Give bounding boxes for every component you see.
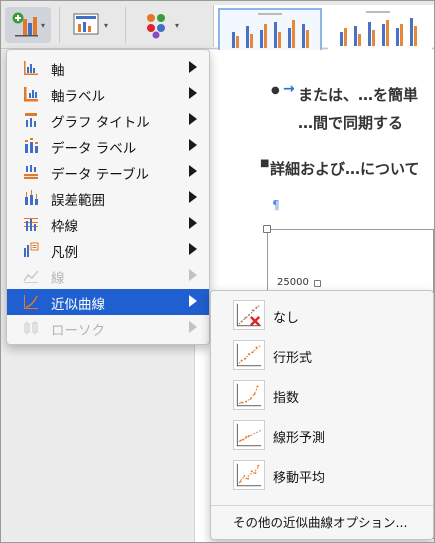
axes-icon <box>24 61 38 75</box>
up-down-bars-icon <box>24 321 38 335</box>
arrow-icon: → <box>283 81 295 97</box>
trendline-option-label: 移動平均 <box>273 471 326 486</box>
trendline-linear-forecast-icon <box>233 420 265 450</box>
quick-layout-button[interactable]: ▾ <box>65 7 115 43</box>
submenu-divider <box>211 505 433 506</box>
chevron-right-icon <box>189 321 197 333</box>
change-colors-button[interactable]: ▾ <box>135 7 187 43</box>
menu-item-data-table[interactable]: データ テーブル <box>7 159 209 185</box>
menu-item-label: 枠線 <box>51 219 78 235</box>
trendline-option-exponential[interactable]: 指数 <box>211 375 433 415</box>
add-chart-element-menu: 軸 軸ラベル グラフ タイトル データ ラベル データ テーブル 誤差範囲 枠線… <box>6 49 210 345</box>
bullet-icon: ● <box>271 85 280 96</box>
menu-item-label: 軸 <box>51 63 65 79</box>
chart-design-ribbon: ▾ ▾ ▾ <box>1 1 434 66</box>
trendline-option-moving-average[interactable]: 移動平均 <box>211 455 433 495</box>
chevron-down-icon: ▾ <box>103 20 108 30</box>
menu-item-data-labels[interactable]: データ ラベル <box>7 133 209 159</box>
menu-item-axes[interactable]: 軸 <box>7 55 209 81</box>
axis-titles-icon <box>24 87 38 102</box>
trendline-option-label: 指数 <box>273 391 300 406</box>
more-trendline-options[interactable]: その他の近似曲線オプション... <box>233 512 407 531</box>
menu-item-legend[interactable]: 凡例 <box>7 237 209 263</box>
add-chart-element-icon <box>12 12 38 37</box>
trendline-option-label: なし <box>273 311 300 326</box>
trendline-option-label: 線形予測 <box>273 431 326 446</box>
menu-item-label: 近似曲線 <box>51 297 105 313</box>
menu-item-label: ローソク <box>51 323 105 339</box>
add-chart-element-button[interactable]: ▾ <box>5 7 51 43</box>
menu-item-label: データ テーブル <box>51 167 149 183</box>
change-colors-icon <box>146 14 165 39</box>
quick-layout-icon <box>73 13 99 35</box>
gridlines-icon <box>24 218 38 231</box>
chart-title-icon <box>25 113 37 127</box>
pilcrow-icon: ¶ <box>272 198 280 212</box>
axis-tick-label: 25000 <box>277 277 309 288</box>
trendline-none-icon <box>233 300 265 330</box>
menu-item-label: グラフ タイトル <box>51 115 150 131</box>
document-text-line1: または、…を簡単 <box>298 86 419 104</box>
chevron-right-icon <box>189 269 197 281</box>
trendline-icon <box>24 295 38 309</box>
trendline-submenu: なし 行形式 指数 線形予測 移動平均 その他の近似曲線オプション... <box>210 290 434 540</box>
chart-style-preview-icon <box>232 13 309 48</box>
chevron-right-icon <box>189 295 197 307</box>
menu-item-gridlines[interactable]: 枠線 <box>7 211 209 237</box>
trendline-linear-icon <box>233 340 265 370</box>
legend-icon <box>24 242 39 257</box>
ribbon-divider <box>125 7 126 43</box>
trendline-moving-average-icon <box>233 460 265 490</box>
chevron-right-icon <box>189 113 197 125</box>
data-table-icon <box>24 165 38 179</box>
chevron-down-icon: ▾ <box>40 20 45 30</box>
menu-item-chart-title[interactable]: グラフ タイトル <box>7 107 209 133</box>
resize-handle[interactable] <box>263 225 271 233</box>
ribbon-divider <box>59 7 60 43</box>
chevron-right-icon <box>189 165 197 177</box>
chevron-right-icon <box>189 243 197 255</box>
menu-item-trendline[interactable]: 近似曲線 <box>7 289 209 315</box>
menu-item-label: 軸ラベル <box>51 89 105 105</box>
error-bars-icon <box>25 190 38 205</box>
trendline-option-none[interactable]: なし <box>211 295 433 335</box>
menu-item-label: データ ラベル <box>51 141 137 157</box>
chevron-right-icon <box>189 61 197 73</box>
trendline-option-label: 行形式 <box>273 351 313 366</box>
trendline-option-linear[interactable]: 行形式 <box>211 335 433 375</box>
menu-item-up-down-bars[interactable]: ローソク <box>7 315 209 341</box>
resize-handle[interactable] <box>314 280 321 287</box>
chevron-right-icon <box>189 191 197 203</box>
chart-styles-gallery <box>213 5 434 66</box>
app-window: ▾ ▾ ▾ ● → または、…を簡単 …間で同期する ■ 詳細および…について … <box>0 0 435 543</box>
chevron-right-icon <box>189 87 197 99</box>
data-labels-icon <box>25 138 38 153</box>
lines-icon <box>23 270 39 283</box>
document-text-line3: 詳細および…について <box>270 160 420 178</box>
chevron-down-icon: ▾ <box>174 20 179 30</box>
trendline-option-linear-forecast[interactable]: 線形予測 <box>211 415 433 455</box>
menu-item-label: 誤差範囲 <box>51 193 105 209</box>
chevron-right-icon <box>189 139 197 151</box>
chevron-right-icon <box>189 217 197 229</box>
bullet-icon: ■ <box>260 158 270 169</box>
menu-item-lines[interactable]: 線 <box>7 263 209 289</box>
menu-item-label: 凡例 <box>51 245 78 261</box>
trendline-exponential-icon <box>233 380 265 410</box>
menu-item-axis-titles[interactable]: 軸ラベル <box>7 81 209 107</box>
document-text-line2: …間で同期する <box>298 114 404 132</box>
menu-item-error-bars[interactable]: 誤差範囲 <box>7 185 209 211</box>
menu-item-label: 線 <box>51 271 65 287</box>
chart-style-preview-icon <box>340 11 417 46</box>
